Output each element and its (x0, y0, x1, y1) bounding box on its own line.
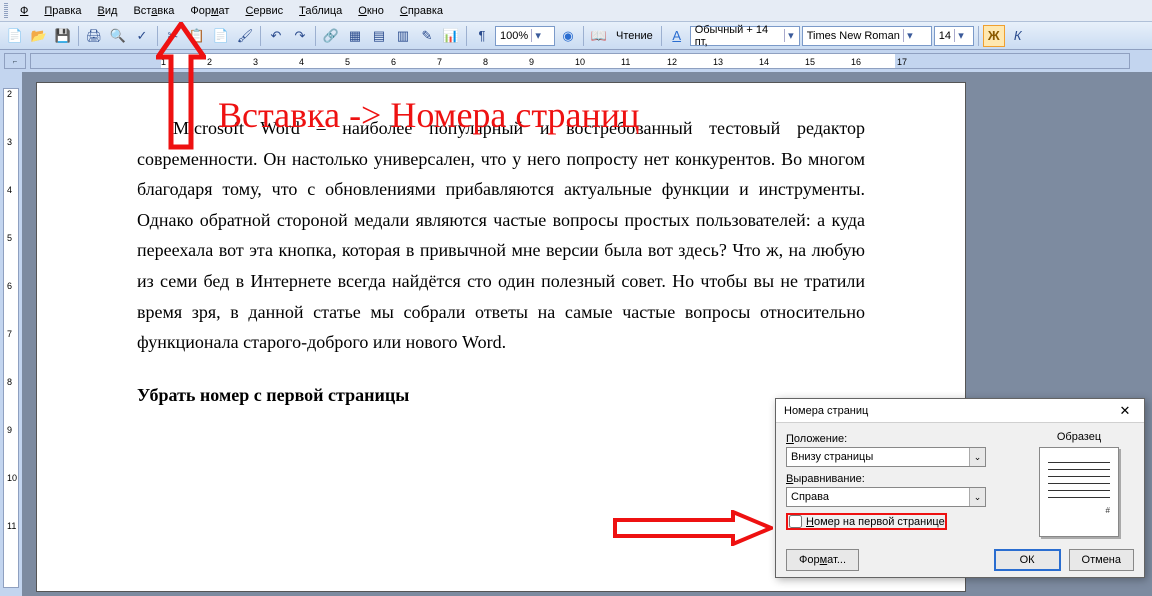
vertical-ruler-container: 234567891011 (0, 72, 22, 596)
help-button[interactable]: ◉ (557, 25, 579, 47)
menu-edit[interactable]: Правка (36, 3, 89, 19)
annotation-text: Вставка -> Номера страниц (218, 94, 639, 136)
menu-help[interactable]: Справка (392, 3, 451, 19)
brush-button[interactable]: 🖌 (234, 25, 256, 47)
chart-button[interactable]: 📊 (440, 25, 462, 47)
paste-button[interactable]: 📄 (210, 25, 232, 47)
show-button[interactable]: ¶ (471, 25, 493, 47)
italic-button[interactable]: К (1007, 25, 1029, 47)
dialog-titlebar[interactable]: Номера страниц ✕ (776, 399, 1144, 423)
ok-button[interactable]: ОК (994, 549, 1061, 571)
vertical-ruler[interactable]: 234567891011 (3, 88, 19, 588)
dialog-title-text: Номера страниц (784, 405, 868, 417)
menu-service[interactable]: Сервис (237, 3, 291, 19)
undo-button[interactable]: ↶ (265, 25, 287, 47)
book-icon[interactable]: 📖 (588, 25, 610, 47)
link-button[interactable]: 🔗 (320, 25, 342, 47)
heading-1: Убрать номер с первой страницы (137, 380, 865, 411)
dialog-close-button[interactable]: ✕ (1110, 401, 1140, 421)
menu-bar: Ф Правка Вид Вставка Формат Сервис Табли… (0, 0, 1152, 22)
first-page-checkbox[interactable] (789, 515, 802, 528)
font-combo[interactable]: Times New Roman ▾ (802, 26, 932, 46)
document-body: Microsoft Word – наиболее популярный и в… (137, 113, 865, 410)
size-combo[interactable]: 14 ▾ (934, 26, 974, 46)
menu-view[interactable]: Вид (90, 3, 126, 19)
preview-button[interactable]: 🔍 (107, 25, 129, 47)
style-a-icon[interactable]: A (666, 25, 688, 47)
first-page-checkbox-label[interactable]: Номер на первой странице (786, 513, 947, 530)
menu-window[interactable]: Окно (350, 3, 392, 19)
preview-box: # (1039, 447, 1119, 537)
menu-insert[interactable]: Вставка (125, 3, 182, 19)
font-value: Times New Roman (807, 30, 900, 42)
new-doc-button[interactable]: 📄 (4, 25, 26, 47)
annotation-arrow-up (156, 22, 206, 152)
toolbar-grip[interactable] (4, 3, 8, 19)
annotation-arrow-right (613, 510, 773, 546)
paragraph-1: Microsoft Word – наиболее популярный и в… (137, 113, 865, 358)
dropdown-icon: ⌄ (969, 448, 985, 466)
zoom-value: 100% (500, 30, 528, 42)
reading-label[interactable]: Чтение (612, 30, 657, 42)
bold-button[interactable]: Ж (983, 25, 1005, 47)
sample-label: Образец (1057, 431, 1101, 443)
dropdown-icon: ▾ (784, 29, 797, 42)
zoom-combo[interactable]: 100% ▾ (495, 26, 555, 46)
redo-button[interactable]: ↷ (289, 25, 311, 47)
position-value: Внизу страницы (791, 451, 873, 463)
spell-button[interactable]: ✓ (131, 25, 153, 47)
menu-table[interactable]: Таблица (291, 3, 350, 19)
page-numbers-dialog: Номера страниц ✕ Положение: Внизу страни… (775, 398, 1145, 578)
align-combo[interactable]: Справа ⌄ (786, 487, 986, 507)
excel-button[interactable]: ▤ (368, 25, 390, 47)
save-button[interactable]: 💾 (52, 25, 74, 47)
size-value: 14 (939, 30, 951, 42)
style-value: Обычный + 14 пт, (695, 24, 781, 48)
align-value: Справа (791, 491, 829, 503)
print-button[interactable]: 🖨 (83, 25, 105, 47)
position-label: Положение: (786, 433, 1014, 445)
drawing-button[interactable]: ✎ (416, 25, 438, 47)
dropdown-icon: ▾ (954, 29, 967, 42)
dropdown-icon: ▾ (903, 29, 916, 42)
menu-file[interactable]: Ф (12, 3, 36, 19)
style-combo[interactable]: Обычный + 14 пт, ▾ (690, 26, 800, 46)
cancel-button[interactable]: Отмена (1069, 549, 1134, 571)
position-combo[interactable]: Внизу страницы ⌄ (786, 447, 986, 467)
format-button[interactable]: Формат... (786, 549, 859, 571)
table-button[interactable]: ▦ (344, 25, 366, 47)
open-button[interactable]: 📂 (28, 25, 50, 47)
menu-format[interactable]: Формат (182, 3, 237, 19)
ruler-corner[interactable]: ⌐ (4, 53, 26, 69)
first-page-checkbox-text: Номер на первой странице (806, 516, 945, 528)
columns-button[interactable]: ▥ (392, 25, 414, 47)
dropdown-icon: ⌄ (969, 488, 985, 506)
align-label: Выравнивание: (786, 473, 1014, 485)
dropdown-icon: ▾ (531, 29, 544, 42)
